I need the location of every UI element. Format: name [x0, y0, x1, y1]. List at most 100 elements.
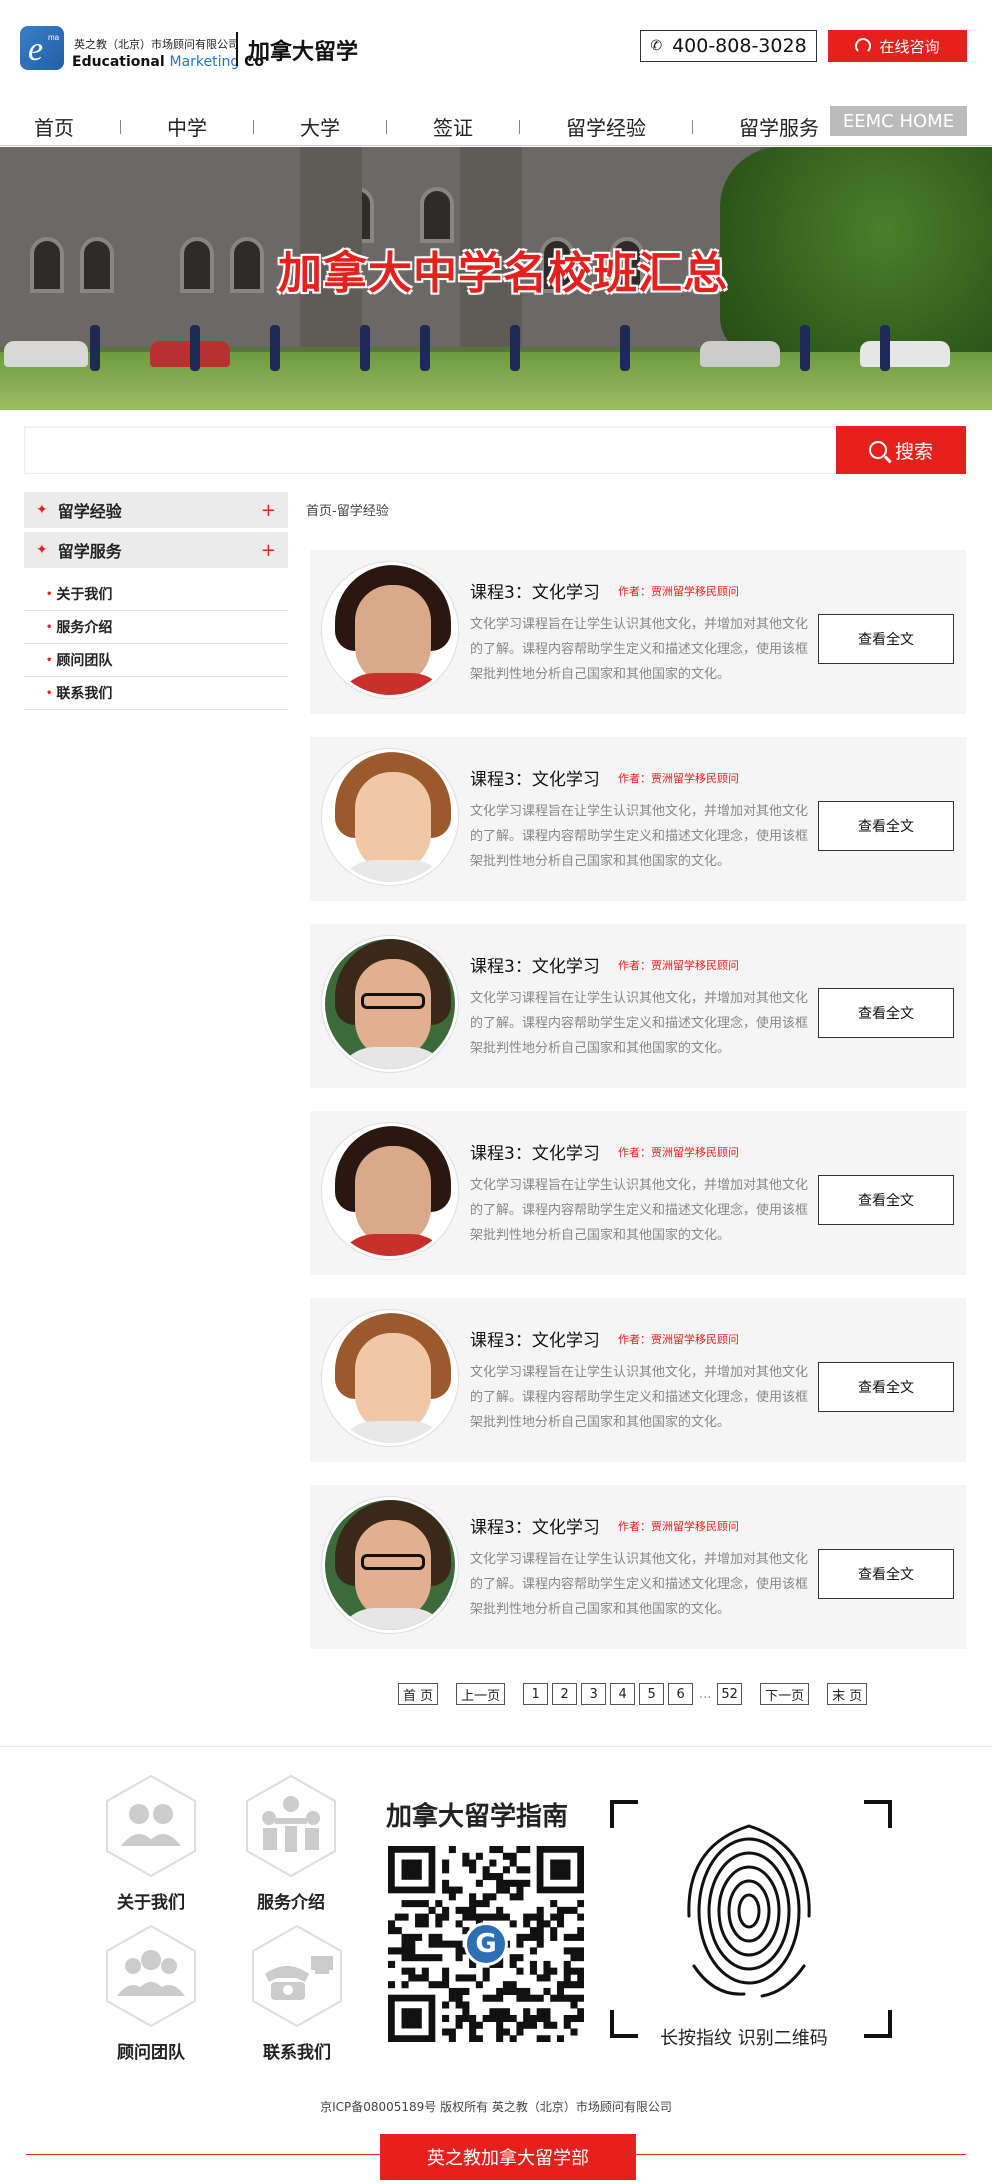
banner-car: [700, 341, 780, 367]
article-card: 课程3：文化学习 作者：贾洲留学移民顾问 文化学习课程旨在让学生认识其他文化，并增加…: [310, 924, 966, 1088]
sidebar-subitem[interactable]: • 联系我们: [24, 677, 288, 710]
bottom-department-tab[interactable]: 英之教加拿大留学部: [380, 2134, 636, 2180]
page-first-button[interactable]: 首 页: [398, 1683, 439, 1705]
article-card: 课程3：文化学习 作者：贾洲留学移民顾问 文化学习课程旨在让学生认识其他文化，并增加…: [310, 1111, 966, 1275]
article-title[interactable]: 课程3：文化学习: [470, 765, 600, 790]
footer-nav-contact[interactable]: 联系我们: [232, 1924, 362, 2063]
article-description: 文化学习课程旨在让学生认识其他文化，并增加对其他文化的了解。课程内容帮助学生定义…: [470, 617, 809, 682]
banner-car: [860, 341, 950, 367]
sidebar-subitem[interactable]: • 关于我们: [24, 578, 288, 611]
nav-item-3[interactable]: 签证: [425, 112, 481, 141]
site-title[interactable]: 加拿大留学: [248, 34, 358, 66]
footer-nav-services[interactable]: 服务介绍: [226, 1774, 356, 1913]
page-number-button[interactable]: 4: [610, 1683, 636, 1705]
frame-corner: [864, 2010, 892, 2038]
expand-plus-icon[interactable]: +: [261, 500, 276, 521]
article-title[interactable]: 课程3：文化学习: [470, 1326, 600, 1351]
author-avatar[interactable]: [322, 562, 458, 698]
author-avatar[interactable]: [322, 1497, 458, 1633]
fingerprint-caption: 长按指纹 识别二维码: [660, 2028, 828, 2049]
article-title[interactable]: 课程3：文化学习: [470, 952, 600, 977]
author-avatar[interactable]: [322, 936, 458, 1072]
author-avatar[interactable]: [322, 749, 458, 885]
article-description: 文化学习课程旨在让学生认识其他文化，并增加对其他文化的了解。课程内容帮助学生定义…: [470, 1552, 809, 1617]
page-number-button[interactable]: 5: [639, 1683, 665, 1705]
meeting-icon: [245, 1774, 337, 1878]
nav-separator: [253, 119, 254, 134]
read-more-button[interactable]: 查看全文: [818, 801, 954, 851]
eemc-home-button[interactable]: EEMC HOME: [830, 106, 967, 136]
expand-plus-icon[interactable]: +: [261, 540, 276, 561]
banner-player: [270, 325, 280, 371]
banner-player: [880, 325, 890, 371]
page-number-button[interactable]: 2: [552, 1683, 578, 1705]
nav-item-4[interactable]: 留学经验: [558, 112, 654, 141]
article-description: 文化学习课程旨在让学生认识其他文化，并增加对其他文化的了解。课程内容帮助学生定义…: [470, 804, 809, 869]
nav-item-1[interactable]: 中学: [159, 112, 215, 141]
article-title[interactable]: 课程3：文化学习: [470, 578, 600, 603]
page-last-button[interactable]: 末 页: [827, 1683, 868, 1705]
icp-copyright: 京ICP备08005189号 版权所有 英之教（北京）市场顾问有限公司: [320, 2100, 672, 2114]
page-ellipsis: ...: [698, 1686, 712, 1702]
nav-item-0[interactable]: 首页: [26, 112, 82, 151]
logo-en-blue: Marketing: [169, 54, 240, 70]
sidebar-header-experience[interactable]: ✦ 留学经验 +: [24, 492, 288, 528]
sidebar-subitem[interactable]: • 服务介绍: [24, 611, 288, 644]
page-number-button[interactable]: 3: [581, 1683, 607, 1705]
footer-nav-label: 服务介绍: [257, 1893, 325, 1913]
fingerprint-icon: [687, 1824, 811, 1998]
article-card: 课程3：文化学习 作者：贾洲留学移民顾问文化学习课程旨在让学生认识其他文化，并增加…: [310, 1485, 966, 1649]
banner-player: [800, 325, 810, 371]
banner-title: 加拿大中学名校班汇总: [278, 248, 728, 299]
page-number-button[interactable]: 52: [717, 1683, 743, 1705]
footer-nav-team[interactable]: 顾问团队: [86, 1924, 216, 2063]
banner-player: [90, 325, 100, 371]
bullet-dot-icon: •: [46, 687, 53, 699]
article-author: 作者：贾洲留学移民顾问: [618, 1520, 739, 1533]
search-bar: 搜索: [24, 426, 966, 474]
nav-separator: [120, 119, 121, 134]
read-more-button[interactable]: 查看全文: [818, 1362, 954, 1412]
article-author: 作者：贾洲留学移民顾问: [618, 772, 739, 785]
nav-item-5[interactable]: 留学服务: [731, 112, 827, 141]
author-avatar[interactable]: [322, 1123, 458, 1259]
bullet-dot-icon: •: [46, 588, 53, 600]
article-author: 作者：贾洲留学移民顾问: [618, 959, 739, 972]
search-button[interactable]: 搜索: [836, 426, 966, 474]
maple-leaf-icon: ✦: [36, 542, 48, 558]
read-more-button[interactable]: 查看全文: [818, 1549, 954, 1599]
glasses: [361, 1554, 425, 1570]
page-number-button[interactable]: 1: [523, 1683, 549, 1705]
glasses: [361, 993, 425, 1009]
page-prev-button[interactable]: 上一页: [456, 1683, 506, 1705]
search-icon: [868, 441, 887, 459]
sidebar: ✦ 留学经验 + ✦ 留学服务 + • 关于我们 • 服务介绍 • 顾问团队 • 联系我们: [24, 492, 288, 710]
author-avatar[interactable]: [322, 1310, 458, 1446]
article-title[interactable]: 课程3：文化学习: [470, 1513, 600, 1538]
phone-icon: ✆: [650, 38, 663, 54]
qr-code[interactable]: G: [388, 1846, 585, 2043]
fingerprint-frame[interactable]: [610, 1800, 892, 2038]
nav-separator: [386, 119, 387, 134]
sidebar-subitem-label: 服务介绍: [56, 620, 113, 636]
article-author: 作者：贾洲留学移民顾问: [618, 585, 739, 598]
phone-number-box[interactable]: ✆ 400-808-3028: [640, 30, 817, 62]
sidebar-header-service[interactable]: ✦ 留学服务 +: [24, 532, 288, 568]
page-next-button[interactable]: 下一页: [760, 1683, 810, 1705]
online-consult-button[interactable]: 在线咨询: [828, 30, 967, 62]
read-more-button[interactable]: 查看全文: [818, 1175, 954, 1225]
company-logo-icon[interactable]: e ma: [20, 26, 64, 70]
footer-nav-about[interactable]: 关于我们: [86, 1774, 216, 1913]
online-consult-label: 在线咨询: [879, 37, 940, 56]
article-card: 课程3：文化学习 作者：贾洲留学移民顾问文化学习课程旨在让学生认识其他文化，并增加…: [310, 737, 966, 901]
search-input[interactable]: [24, 426, 836, 474]
guide-title: 加拿大留学指南: [386, 1802, 569, 1832]
svg-text:ma: ma: [48, 33, 60, 42]
read-more-button[interactable]: 查看全文: [818, 988, 954, 1038]
article-title[interactable]: 课程3：文化学习: [470, 1139, 600, 1164]
sidebar-subitem[interactable]: • 顾问团队: [24, 644, 288, 677]
read-more-button[interactable]: 查看全文: [818, 614, 954, 664]
nav-item-2[interactable]: 大学: [292, 112, 348, 141]
page-number-button[interactable]: 6: [668, 1683, 694, 1705]
breadcrumb[interactable]: 首页-留学经验: [306, 500, 389, 519]
